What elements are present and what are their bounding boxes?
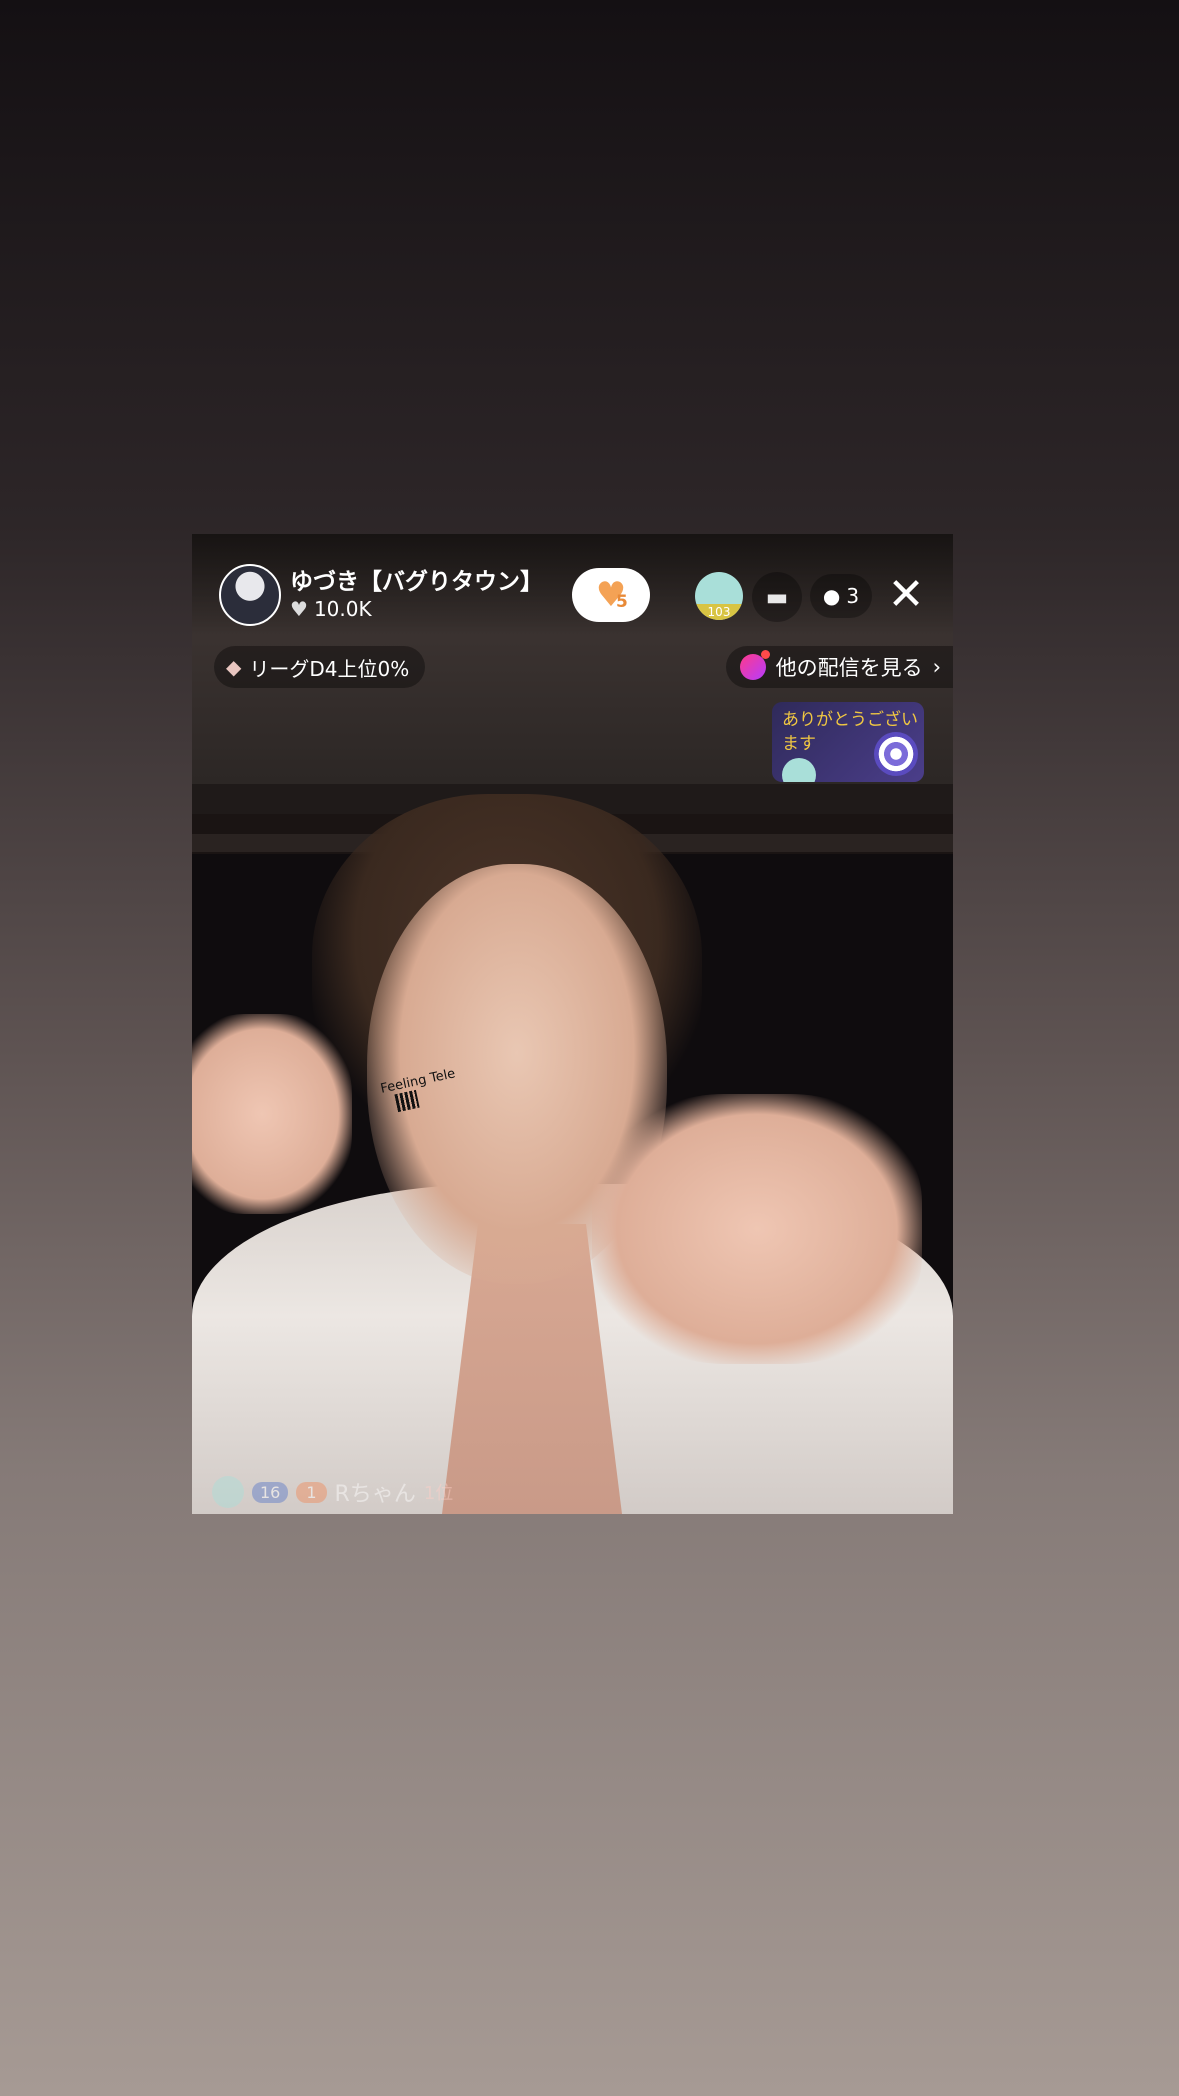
sofa-icon: ▬ (765, 583, 789, 611)
chevron-right-icon: › (932, 655, 941, 679)
close-icon: ✕ (887, 569, 925, 620)
viewer-level-badge: 103 (695, 604, 743, 620)
league-label: リーグD4上位0% (249, 656, 410, 681)
likes-count: ♥ 10.0K (290, 597, 372, 621)
comment-user: Rちゃん (334, 1482, 416, 1507)
top-viewer-avatar[interactable]: 103 (695, 572, 743, 620)
person-icon: ● (822, 584, 841, 608)
heart-icon: ♥ (290, 597, 308, 621)
follow-heart-button[interactable]: ♥ 5 (572, 568, 650, 622)
league-badge[interactable]: ◆ リーグD4上位0% (214, 646, 426, 688)
viewer-count-button[interactable]: ● 3 (810, 574, 872, 618)
streamer-name[interactable]: ゆづき【バグりタウン】 (290, 562, 543, 596)
comment-rank: 1位 (423, 1483, 454, 1504)
heart-count: 5 (616, 592, 628, 612)
comment-level: 16 (252, 1481, 289, 1503)
likes-value: 10.0K (313, 597, 372, 621)
viewer-count: 3 (846, 584, 860, 608)
live-icon (739, 650, 770, 680)
thanks-sticker[interactable]: ありがとうございます (772, 702, 924, 782)
streamer-avatar[interactable] (219, 564, 281, 626)
other-streams-button[interactable]: 他の配信を見る › (725, 646, 953, 688)
comment-hearts: 1 (296, 1481, 327, 1503)
other-streams-label: 他の配信を見る (775, 656, 923, 680)
close-button[interactable]: ✕ (879, 568, 933, 622)
diamond-icon: ◆ (226, 655, 242, 679)
sticker-avatar (782, 758, 816, 782)
live-stream-frame[interactable]: Feeling Tele ゆづき【バグりタウン】 ♥ 10.0K ♥ 5 103… (192, 534, 953, 1514)
target-icon (874, 732, 918, 776)
comment-row: 16 1 Rちゃん 1位 (212, 1476, 453, 1508)
comment-avatar (212, 1476, 244, 1508)
sofa-seat-button[interactable]: ▬ (752, 572, 802, 622)
